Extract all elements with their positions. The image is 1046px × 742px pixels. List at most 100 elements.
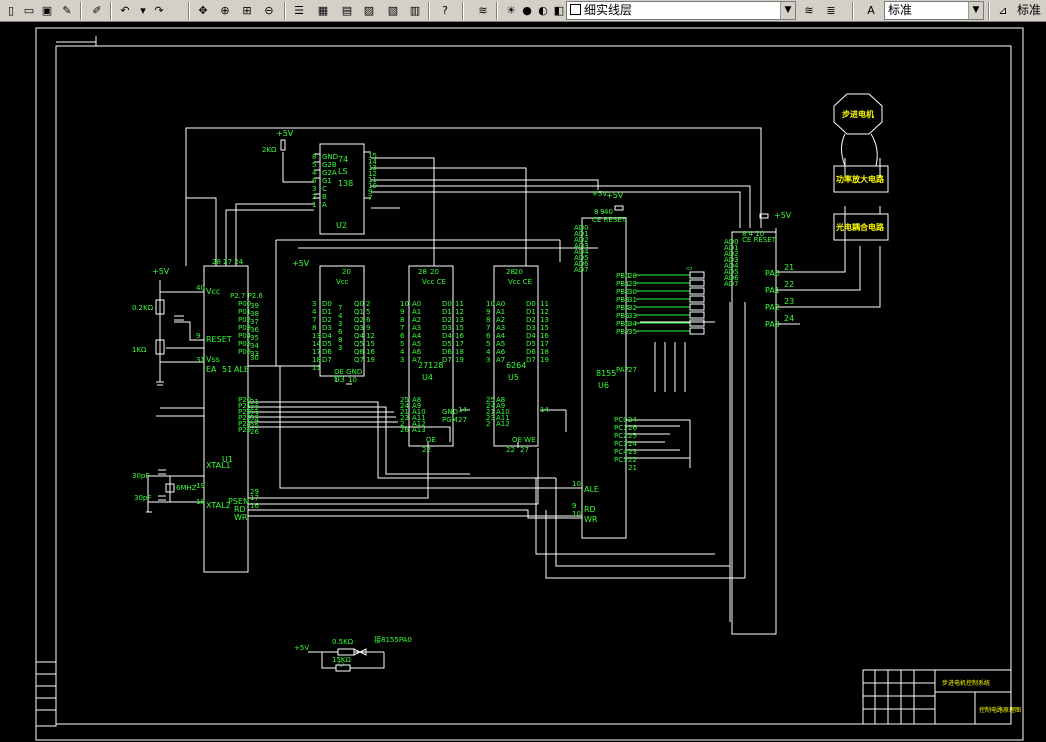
bottom-r1-label: 0.5KΩ <box>332 638 354 646</box>
chevron-down-icon[interactable]: ▼ <box>968 2 983 19</box>
svg-text:15: 15 <box>455 324 464 332</box>
svg-text:20: 20 <box>342 268 351 276</box>
svg-text:33: 33 <box>250 350 259 358</box>
svg-text:Q0: Q0 <box>354 300 364 308</box>
calculator-icon[interactable]: ▥ <box>406 2 424 19</box>
design-center-icon[interactable]: ▦ <box>314 2 332 19</box>
svg-text:32: 32 <box>628 304 637 312</box>
svg-text:38: 38 <box>250 310 259 318</box>
u3-ref: U3 <box>334 375 345 384</box>
svg-text:18: 18 <box>540 348 549 356</box>
undo-icon[interactable]: ↶ <box>116 2 134 19</box>
properties-icon[interactable]: ☰ <box>290 2 308 19</box>
layer-select[interactable]: 细实线层 ▼ <box>566 1 796 20</box>
redo-icon[interactable]: ↷ <box>150 2 168 19</box>
make-current-layer-icon[interactable]: ≋ <box>800 2 818 19</box>
dim-style-value: 标准 <box>1017 3 1042 17</box>
svg-text:CE RESET: CE RESET <box>742 236 777 244</box>
svg-text:8: 8 <box>312 153 316 161</box>
svg-text:Q2: Q2 <box>354 316 364 324</box>
svg-text:9: 9 <box>196 332 200 340</box>
svg-text:6: 6 <box>366 316 371 324</box>
u1-vss: Vss <box>206 355 220 364</box>
u1-ale: ALE <box>234 365 249 374</box>
svg-text:3: 3 <box>312 300 316 308</box>
vcc-label: +5V <box>152 267 170 276</box>
zoom-previous-icon[interactable]: ⊖ <box>260 2 278 19</box>
text-style-icon[interactable]: A <box>862 2 880 19</box>
svg-text:22: 22 <box>628 456 637 464</box>
tool-palette-icon[interactable]: ▤ <box>338 2 356 19</box>
svg-text:16: 16 <box>455 332 464 340</box>
svg-text:4: 4 <box>400 348 405 356</box>
svg-text:CE RESET: CE RESET <box>592 216 627 224</box>
svg-text:Vcc CE: Vcc CE <box>508 278 532 286</box>
svg-text:PC1: PC1 <box>614 424 628 432</box>
text-style-select[interactable]: 标准 ▼ <box>884 1 984 20</box>
svg-text:20: 20 <box>430 268 439 276</box>
svg-text:A13: A13 <box>412 426 426 434</box>
svg-text:34: 34 <box>250 342 259 350</box>
vcc-label: +5V <box>276 129 294 138</box>
svg-text:18: 18 <box>312 356 321 364</box>
svg-text:35: 35 <box>250 334 259 342</box>
layer-manager-icon[interactable]: ≋ <box>474 2 492 19</box>
pa-pin-name: PA2 <box>765 303 780 312</box>
svg-text:30: 30 <box>628 288 637 296</box>
zoom-realtime-icon[interactable]: ⊕ <box>216 2 234 19</box>
svg-text:8: 8 <box>486 316 490 324</box>
svg-text:D4: D4 <box>526 332 536 340</box>
svg-text:D7: D7 <box>322 356 332 364</box>
dim-style-icon[interactable]: ⊿ <box>994 2 1012 19</box>
svg-text:D1: D1 <box>322 308 332 316</box>
svg-text:▭: ▭ <box>686 264 693 272</box>
svg-text:17: 17 <box>455 340 464 348</box>
svg-text:22: 22 <box>506 446 515 454</box>
layer-previous-icon[interactable]: ≣ <box>822 2 840 19</box>
svg-text:10: 10 <box>486 300 495 308</box>
zoom-window-icon[interactable]: ⊞ <box>238 2 256 19</box>
svg-text:A12: A12 <box>496 420 510 428</box>
u2-ref: U2 <box>336 221 347 230</box>
open-file-icon[interactable]: ▭ <box>20 2 38 19</box>
drawing-canvas[interactable]: 步进电机控制系统 控制电路原理图 GNDG2BG2A G1CBA 1514131… <box>0 22 1046 742</box>
motor-connections <box>841 133 878 167</box>
svg-text:D7: D7 <box>442 356 452 364</box>
svg-text:Q7: Q7 <box>354 356 364 364</box>
svg-text:3: 3 <box>312 185 316 193</box>
svg-text:29: 29 <box>628 280 637 288</box>
pa-pin-num: 23 <box>784 297 794 306</box>
pencil-icon[interactable]: ✎ <box>58 2 76 19</box>
svg-text:10: 10 <box>572 480 581 488</box>
svg-text:1: 1 <box>312 201 316 209</box>
svg-text:Q6: Q6 <box>354 348 365 356</box>
amp-label: 功率放大电路 <box>836 174 885 184</box>
svg-text:19: 19 <box>196 482 205 490</box>
svg-text:3: 3 <box>338 320 342 328</box>
svg-text:27: 27 <box>520 446 529 454</box>
svg-text:6: 6 <box>400 332 405 340</box>
brush-icon[interactable]: ✐ <box>88 2 106 19</box>
svg-text:8: 8 <box>312 324 316 332</box>
pan-icon[interactable]: ✥ <box>194 2 212 19</box>
help-icon[interactable]: ? <box>436 2 454 19</box>
svg-text:2: 2 <box>366 300 370 308</box>
svg-text:D0: D0 <box>442 300 452 308</box>
new-file-icon[interactable]: ▯ <box>2 2 20 19</box>
bottom-r2-label: 15KΩ <box>332 656 351 664</box>
markup-icon[interactable]: ▧ <box>384 2 402 19</box>
save-icon[interactable]: ▣ <box>38 2 56 19</box>
motor-label: 步进电机 <box>842 109 874 119</box>
svg-text:14: 14 <box>312 340 321 348</box>
vcc-label: +5V <box>606 191 624 200</box>
chevron-down-icon[interactable]: ▼ <box>780 2 795 19</box>
u4-name: 27128 <box>418 361 443 370</box>
svg-text:7: 7 <box>486 324 490 332</box>
svg-text:D2: D2 <box>322 316 332 324</box>
u2-line2: LS <box>338 167 348 176</box>
svg-text:2: 2 <box>312 193 316 201</box>
sheet-set-icon[interactable]: ▨ <box>360 2 378 19</box>
svg-text:7: 7 <box>312 316 316 324</box>
svg-text:PC2: PC2 <box>614 432 628 440</box>
svg-text:4: 4 <box>486 348 491 356</box>
